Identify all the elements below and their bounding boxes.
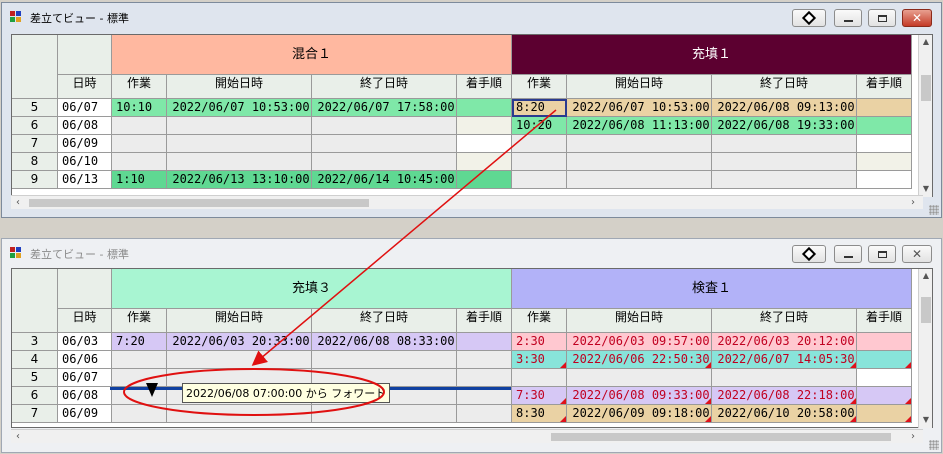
drag-arrow xyxy=(251,109,557,366)
drag-overlay xyxy=(123,109,557,416)
highlight-ellipse xyxy=(123,368,385,416)
